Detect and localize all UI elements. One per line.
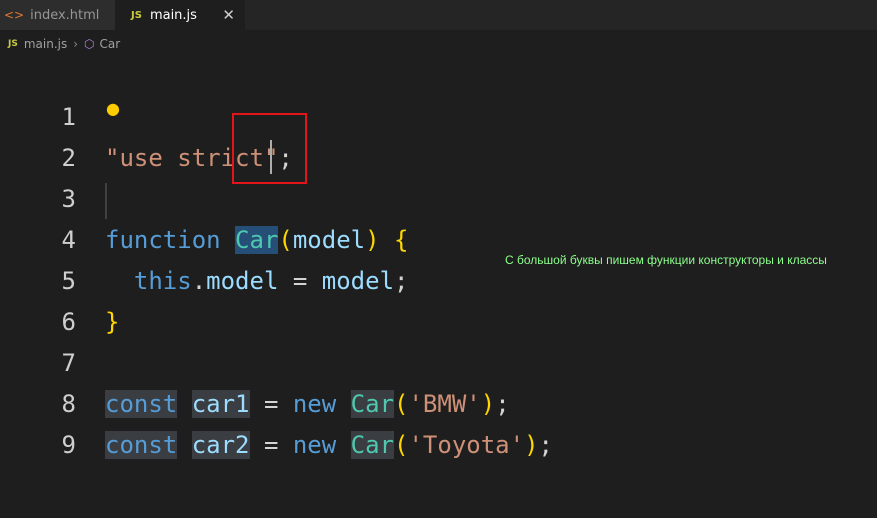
- js-file-icon: JS: [131, 9, 142, 21]
- js-file-icon: JS: [8, 39, 18, 49]
- breadcrumb: JS main.js › ⬡ Car: [0, 30, 877, 58]
- string-literal: 'Toyota': [408, 431, 525, 459]
- lightbulb-icon[interactable]: ●: [106, 99, 120, 118]
- annotation-caption: С большой буквы пишем функции конструкто…: [505, 253, 827, 267]
- class-reference: Car: [350, 431, 395, 459]
- code-line: 9: [0, 384, 877, 459]
- line-number: 9: [61, 431, 76, 459]
- breadcrumb-symbol[interactable]: Car: [100, 37, 121, 51]
- tab-label: main.js: [149, 7, 197, 23]
- indent-guide: [105, 183, 107, 219]
- chevron-right-icon: ›: [73, 37, 79, 51]
- operator: =: [263, 431, 279, 459]
- symbol-class-icon: ⬡: [84, 37, 95, 51]
- code-line: 4 this.model = model;: [0, 179, 877, 295]
- code-line: 3 function Car(model) {: [0, 138, 877, 254]
- code-line: 7 const car1 = new Car('BMW');: [0, 302, 877, 418]
- tab-label: index.html: [30, 7, 100, 23]
- code-editor[interactable]: 1 "use strict"; 2 3 function Car(model) …: [0, 56, 877, 518]
- code-line: 2: [0, 97, 877, 172]
- close-icon[interactable]: ✕: [222, 6, 235, 24]
- paren: (: [394, 431, 409, 459]
- tab-index-html[interactable]: <> index.html: [0, 0, 115, 30]
- semicolon: ;: [538, 431, 553, 459]
- keyword: new: [292, 431, 337, 459]
- code-line: 8 const car2 = new Car('Toyota');: [0, 343, 877, 459]
- tab-bar: <> index.html JS main.js ✕: [0, 0, 877, 30]
- paren: ): [524, 431, 539, 459]
- highlight-box: [232, 113, 307, 184]
- code-line: 1 "use strict";: [0, 56, 877, 172]
- html-file-icon: <>: [4, 8, 25, 22]
- keyword: const: [105, 431, 178, 459]
- variable: car2: [191, 431, 250, 459]
- tab-main-js[interactable]: JS main.js ✕: [115, 0, 245, 30]
- breadcrumb-file[interactable]: main.js: [24, 37, 67, 51]
